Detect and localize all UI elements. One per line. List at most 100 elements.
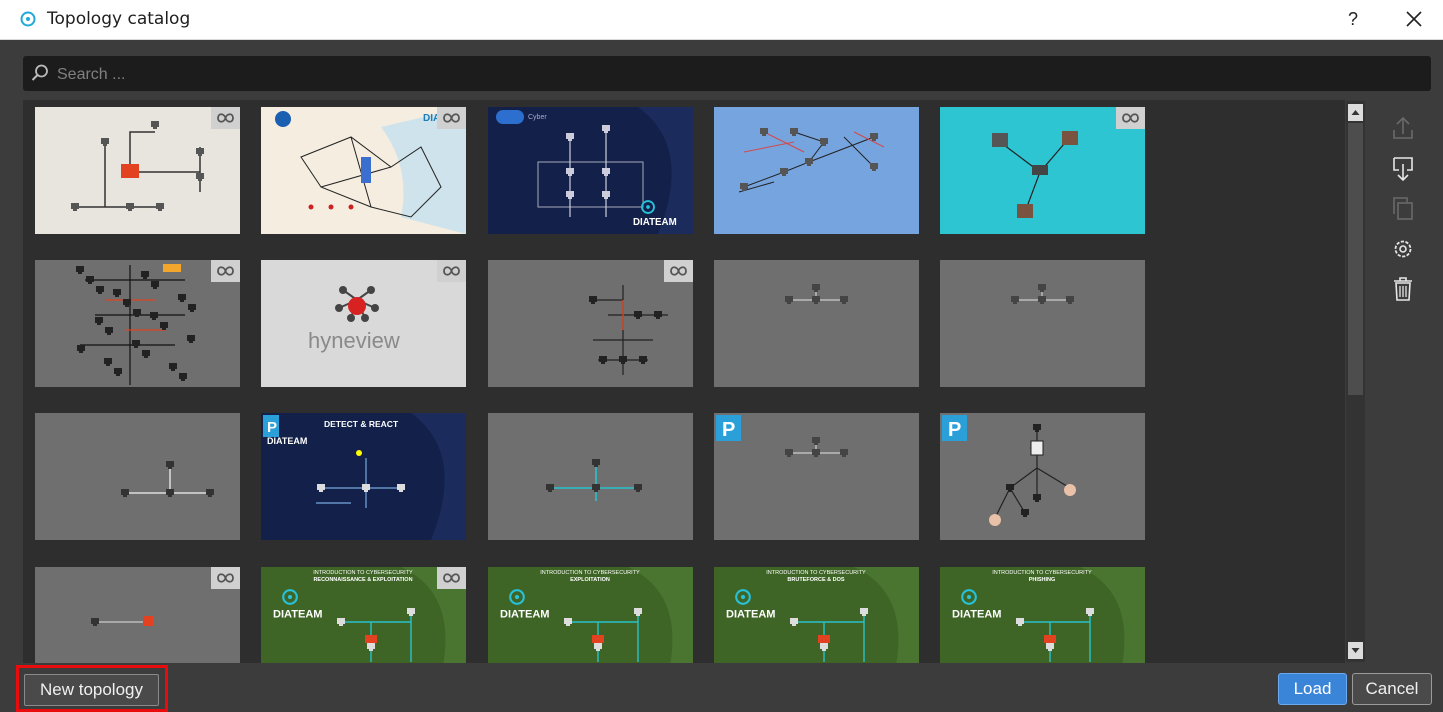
- scroll-up-button[interactable]: [1348, 104, 1363, 121]
- svg-text:BRUTEFORCE & DOS: BRUTEFORCE & DOS: [787, 577, 844, 583]
- topology-tile[interactable]: DETECT & REACT P DIATEAM: [261, 413, 466, 540]
- vertical-scrollbar[interactable]: [1346, 101, 1365, 662]
- svg-text:INTRODUCTION TO CYBERSECURITY: INTRODUCTION TO CYBERSECURITY: [313, 570, 413, 576]
- svg-text:INTRODUCTION TO CYBERSECURITY: INTRODUCTION TO CYBERSECURITY: [540, 570, 640, 576]
- arrow-down-icon: [1351, 648, 1360, 653]
- export-button[interactable]: [1383, 112, 1423, 146]
- topology-tile[interactable]: [35, 413, 240, 540]
- search-icon: [31, 64, 48, 81]
- settings-icon: [1394, 240, 1412, 258]
- topology-thumbnail: [35, 260, 240, 387]
- svg-text:Cyber: Cyber: [528, 114, 547, 121]
- import-icon: [1393, 157, 1413, 182]
- topology-tile[interactable]: [488, 413, 693, 540]
- infinity-badge-icon: [437, 107, 466, 129]
- topology-tile[interactable]: INTRODUCTION TO CYBERSECURITY BRUTEFORCE…: [714, 567, 919, 663]
- scroll-down-button[interactable]: [1348, 642, 1363, 659]
- topology-thumbnail: INTRODUCTION TO CYBERSECURITY EXPLOITATI…: [488, 567, 693, 663]
- footer-bar: [0, 664, 1443, 712]
- topology-thumbnail: DIATEAM: [261, 107, 466, 234]
- scroll-thumb[interactable]: [1348, 123, 1363, 395]
- new-topology-button[interactable]: New topology: [24, 674, 159, 706]
- topology-tile[interactable]: [35, 107, 240, 234]
- delete-button[interactable]: [1383, 272, 1423, 306]
- svg-text:RECONNAISSANCE & EXPLOITATION: RECONNAISSANCE & EXPLOITATION: [313, 577, 412, 583]
- topology-thumbnail: P: [714, 413, 919, 540]
- export-icon: [1393, 116, 1413, 139]
- infinity-badge-icon: [437, 260, 466, 282]
- settings-button[interactable]: [1383, 232, 1423, 266]
- topology-tile[interactable]: [714, 107, 919, 234]
- search-bar: [23, 56, 1431, 93]
- topology-tile[interactable]: hyneview: [261, 260, 466, 387]
- svg-text:DIATEAM: DIATEAM: [633, 217, 677, 228]
- svg-text:INTRODUCTION TO CYBERSECURITY: INTRODUCTION TO CYBERSECURITY: [766, 570, 866, 576]
- infinity-badge-icon: [1116, 107, 1145, 129]
- svg-text:EXPLOITATION: EXPLOITATION: [570, 577, 610, 583]
- svg-text:P: P: [267, 419, 277, 436]
- arrow-up-icon: [1351, 110, 1360, 115]
- topology-grid: DIATEAM Cyber DIATEAM hyneview: [23, 100, 1345, 663]
- topology-thumbnail: [714, 260, 919, 387]
- help-button[interactable]: ?: [1338, 4, 1368, 34]
- topology-tile[interactable]: INTRODUCTION TO CYBERSECURITY RECONNAISS…: [261, 567, 466, 663]
- close-icon: [1406, 11, 1422, 27]
- topology-thumbnail: [35, 107, 240, 234]
- infinity-badge-icon: [211, 107, 240, 129]
- topology-thumbnail: INTRODUCTION TO CYBERSECURITY BRUTEFORCE…: [714, 567, 919, 663]
- infinity-badge-icon: [664, 260, 693, 282]
- topology-tile[interactable]: P: [940, 413, 1145, 540]
- window-title: Topology catalog: [47, 9, 191, 29]
- svg-text:DIATEAM: DIATEAM: [952, 608, 1002, 620]
- search-input[interactable]: [55, 56, 1419, 93]
- topology-tile[interactable]: P: [714, 413, 919, 540]
- topology-tile[interactable]: [488, 260, 693, 387]
- p-badge-icon: P: [716, 415, 741, 441]
- topology-tile[interactable]: DIATEAM: [261, 107, 466, 234]
- topology-thumbnail: INTRODUCTION TO CYBERSECURITY RECONNAISS…: [261, 567, 466, 663]
- svg-text:P: P: [948, 419, 961, 441]
- title-bar: Topology catalog ?: [0, 0, 1443, 40]
- topology-thumbnail: [35, 567, 240, 663]
- infinity-badge-icon: [211, 260, 240, 282]
- svg-text:DETECT & REACT: DETECT & REACT: [324, 419, 399, 429]
- p-badge-icon: P: [942, 415, 967, 441]
- load-button[interactable]: Load: [1278, 673, 1347, 705]
- cancel-button[interactable]: Cancel: [1352, 673, 1432, 705]
- topology-thumbnail: [940, 107, 1145, 234]
- topology-tile[interactable]: [940, 107, 1145, 234]
- topology-thumbnail: Cyber DIATEAM: [488, 107, 693, 234]
- topology-tile[interactable]: [35, 260, 240, 387]
- infinity-badge-icon: [437, 567, 466, 589]
- trash-icon: [1394, 277, 1412, 301]
- topology-thumbnail: [714, 107, 919, 234]
- app-logo-icon: [20, 11, 36, 27]
- topology-thumbnail: hyneview: [261, 260, 466, 387]
- topology-thumbnail: [488, 260, 693, 387]
- topology-thumbnail: [940, 260, 1145, 387]
- topology-thumbnail: INTRODUCTION TO CYBERSECURITY PHISHING D…: [940, 567, 1145, 663]
- svg-text:INTRODUCTION TO CYBERSECURITY: INTRODUCTION TO CYBERSECURITY: [992, 570, 1092, 576]
- svg-text:DIATEAM: DIATEAM: [500, 608, 550, 620]
- topology-tile[interactable]: INTRODUCTION TO CYBERSECURITY PHISHING D…: [940, 567, 1145, 663]
- duplicate-icon: [1393, 197, 1413, 220]
- topology-thumbnail: [35, 413, 240, 540]
- topology-thumbnail: DETECT & REACT P DIATEAM: [261, 413, 466, 540]
- topology-thumbnail: [488, 413, 693, 540]
- svg-text:P: P: [722, 419, 735, 441]
- svg-text:hyneview: hyneview: [308, 328, 400, 353]
- svg-text:PHISHING: PHISHING: [1029, 577, 1056, 583]
- topology-tile[interactable]: Cyber DIATEAM: [488, 107, 693, 234]
- svg-text:DIATEAM: DIATEAM: [273, 608, 323, 620]
- topology-tile[interactable]: [35, 567, 240, 663]
- svg-text:DIATEAM: DIATEAM: [726, 608, 776, 620]
- infinity-badge-icon: [211, 567, 240, 589]
- topology-thumbnail: P: [940, 413, 1145, 540]
- svg-text:DIATEAM: DIATEAM: [267, 436, 307, 446]
- topology-tile[interactable]: [714, 260, 919, 387]
- import-button[interactable]: [1383, 152, 1423, 186]
- topology-tile[interactable]: INTRODUCTION TO CYBERSECURITY EXPLOITATI…: [488, 567, 693, 663]
- duplicate-button[interactable]: [1383, 192, 1423, 226]
- close-button[interactable]: [1398, 4, 1430, 34]
- topology-tile[interactable]: [940, 260, 1145, 387]
